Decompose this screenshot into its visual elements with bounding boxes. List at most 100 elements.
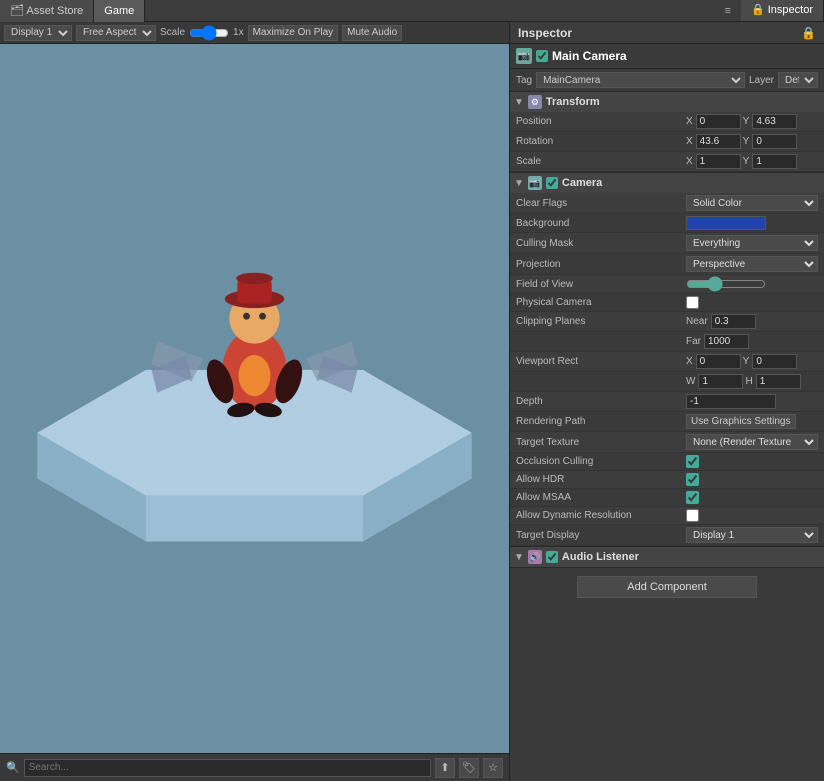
culling-mask-value: Everything xyxy=(686,235,818,251)
allow-msaa-checkbox[interactable] xyxy=(686,491,699,504)
rot-y-label: Y xyxy=(743,136,750,147)
bottom-icon-1[interactable]: ⬆ xyxy=(435,758,455,778)
inspector-body: 📷 Main Camera Tag MainCamera Layer Defau… xyxy=(510,44,824,781)
fov-slider[interactable] xyxy=(686,277,766,291)
target-texture-label: Target Texture xyxy=(516,437,686,448)
inspector-lock-icon[interactable]: 🔒 xyxy=(801,26,816,40)
near-label: Near xyxy=(686,316,708,327)
audio-comp-icon: 🔊 xyxy=(528,550,542,564)
camera-header[interactable]: ▼ 📷 Camera xyxy=(510,173,824,193)
allow-hdr-checkbox[interactable] xyxy=(686,473,699,486)
rotation-value: X Y xyxy=(686,134,818,149)
scale-y-input[interactable] xyxy=(752,154,797,169)
allow-dynamic-row: Allow Dynamic Resolution xyxy=(510,507,824,525)
top-tab-bar: 🗂 Asset Store Game ≡ 🔒 Inspector xyxy=(0,0,824,22)
viewport-h-input[interactable] xyxy=(756,374,801,389)
inspector-title: Inspector xyxy=(518,26,572,40)
clear-flags-label: Clear Flags xyxy=(516,198,686,209)
target-display-select[interactable]: Display 1 xyxy=(686,527,818,543)
transform-name: Transform xyxy=(546,96,600,108)
rotation-label: Rotation xyxy=(516,136,686,147)
far-input[interactable] xyxy=(704,334,749,349)
clear-flags-row: Clear Flags Solid Color xyxy=(510,193,824,214)
add-component-container: Add Component xyxy=(510,568,824,606)
fov-value xyxy=(686,277,818,291)
game-panel: Display 1 Free Aspect Scale 1x Maximize … xyxy=(0,22,510,781)
occlusion-culling-label: Occlusion Culling xyxy=(516,456,686,467)
scale-slider[interactable] xyxy=(189,27,229,39)
clipping-planes-row: Clipping Planes Near xyxy=(510,312,824,332)
occlusion-culling-checkbox[interactable] xyxy=(686,455,699,468)
display-select[interactable]: Display 1 xyxy=(4,25,72,41)
viewport-x-input[interactable] xyxy=(696,354,741,369)
projection-select[interactable]: Perspective xyxy=(686,256,818,272)
camera-checkbox[interactable] xyxy=(546,177,558,189)
depth-input[interactable] xyxy=(686,394,776,409)
tag-layer-row: Tag MainCamera Layer Defau xyxy=(510,69,824,92)
audio-listener-header[interactable]: ▼ 🔊 Audio Listener xyxy=(510,547,824,567)
bottom-icon-3[interactable]: ☆ xyxy=(483,758,503,778)
vp-y-label: Y xyxy=(743,356,750,367)
target-texture-value: None (Render Texture xyxy=(686,434,818,450)
object-active-checkbox[interactable] xyxy=(536,50,548,62)
audio-listener-name: Audio Listener xyxy=(562,551,639,563)
position-value: X 0 Y xyxy=(686,114,818,129)
rotation-x-input[interactable] xyxy=(696,134,741,149)
transform-section: ▼ ⚙ Transform Position X 0 Y Rota xyxy=(510,92,824,173)
audio-listener-section: ▼ 🔊 Audio Listener xyxy=(510,547,824,568)
allow-hdr-row: Allow HDR xyxy=(510,471,824,489)
allow-dynamic-label: Allow Dynamic Resolution xyxy=(516,510,686,521)
tag-select[interactable]: MainCamera xyxy=(536,72,745,88)
projection-row: Projection Perspective xyxy=(510,254,824,275)
rendering-path-btn[interactable]: Use Graphics Settings xyxy=(686,414,796,429)
allow-msaa-value xyxy=(686,491,818,504)
search-input[interactable] xyxy=(24,759,431,777)
viewport-w-input[interactable] xyxy=(698,374,743,389)
scale-x-input[interactable] xyxy=(696,154,741,169)
position-row: Position X 0 Y xyxy=(510,112,824,132)
rotation-y-input[interactable] xyxy=(752,134,797,149)
position-x-input[interactable]: 0 xyxy=(696,114,741,129)
inspector-tab-icon: 🔒 xyxy=(751,4,765,16)
vp-h-label: H xyxy=(745,376,752,387)
tab-inspector[interactable]: 🔒 Inspector xyxy=(741,0,824,21)
audio-listener-checkbox[interactable] xyxy=(546,551,558,563)
transform-header[interactable]: ▼ ⚙ Transform xyxy=(510,92,824,112)
physical-camera-value xyxy=(686,296,818,309)
position-y-input[interactable] xyxy=(752,114,797,129)
rot-x-label: X xyxy=(686,136,693,147)
mute-btn[interactable]: Mute Audio xyxy=(342,25,402,41)
culling-mask-select[interactable]: Everything xyxy=(686,235,818,251)
clipping-far-value: Far xyxy=(686,334,818,349)
asset-store-label: Asset Store xyxy=(26,5,83,17)
background-color-swatch[interactable] xyxy=(686,216,766,230)
clipping-planes-value: Near xyxy=(686,314,818,329)
maximize-btn[interactable]: Maximize On Play xyxy=(248,25,339,41)
vp-w-label: W xyxy=(686,376,695,387)
viewport-rect-value: X Y xyxy=(686,354,818,369)
target-display-label: Target Display xyxy=(516,530,686,541)
layer-select[interactable]: Defau xyxy=(778,72,818,88)
allow-dynamic-checkbox[interactable] xyxy=(686,509,699,522)
tag-label: Tag xyxy=(516,75,532,86)
add-component-button[interactable]: Add Component xyxy=(577,576,757,598)
scale-x-label: X xyxy=(686,156,693,167)
near-input[interactable] xyxy=(711,314,756,329)
background-row: Background xyxy=(510,214,824,233)
object-name: Main Camera xyxy=(552,49,818,63)
tab-menu-button[interactable]: ≡ xyxy=(719,5,737,17)
physical-camera-label: Physical Camera xyxy=(516,297,686,308)
camera-comp-icon: 📷 xyxy=(528,176,542,190)
scale-label: Scale xyxy=(160,27,185,38)
clear-flags-select[interactable]: Solid Color xyxy=(686,195,818,211)
physical-camera-checkbox[interactable] xyxy=(686,296,699,309)
game-tab-label: Game xyxy=(104,5,134,17)
aspect-select[interactable]: Free Aspect xyxy=(76,25,156,41)
bottom-icon-2[interactable]: 🏷 xyxy=(459,758,479,778)
target-texture-select[interactable]: None (Render Texture xyxy=(686,434,818,450)
viewport-y-input[interactable] xyxy=(752,354,797,369)
depth-label: Depth xyxy=(516,396,686,407)
tab-asset-store[interactable]: 🗂 Asset Store xyxy=(0,0,94,22)
tab-game[interactable]: Game xyxy=(94,0,145,22)
depth-value xyxy=(686,394,818,409)
